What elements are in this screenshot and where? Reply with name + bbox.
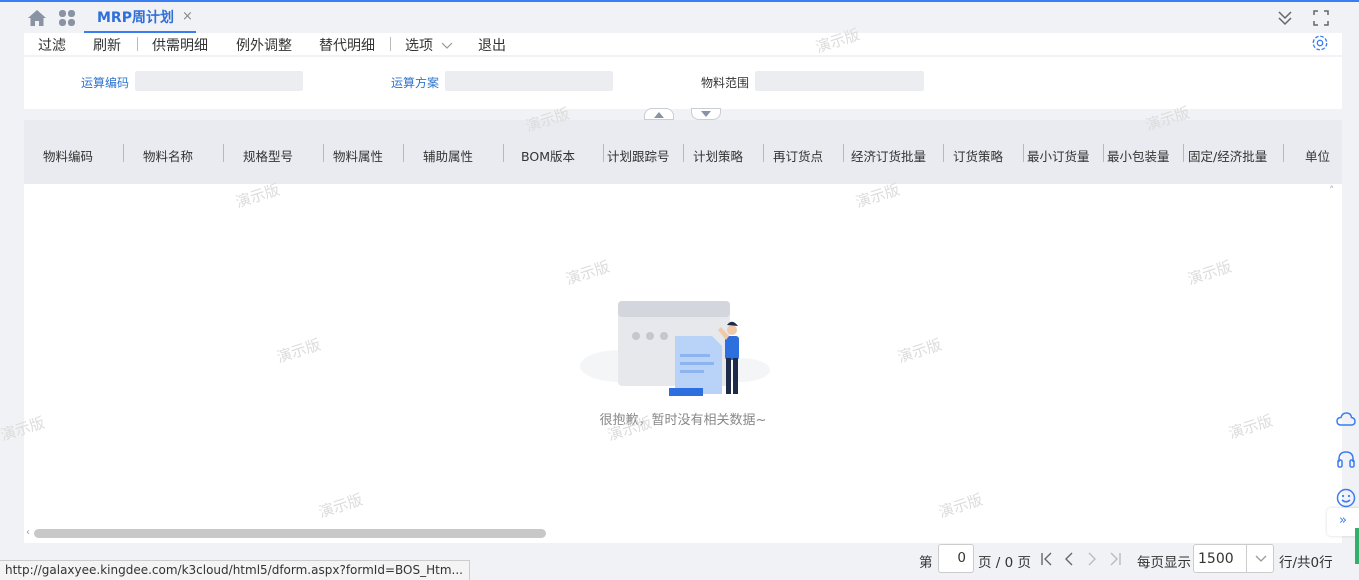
page-total-label: 页 / 0 页 <box>978 555 1032 571</box>
column-header[interactable]: 订货策略 <box>953 146 1003 165</box>
column-divider[interactable] <box>1283 144 1284 162</box>
per-page-label: 每页显示 <box>1137 555 1191 571</box>
page-number-input[interactable]: 0 <box>938 544 974 573</box>
status-bar-url: http://galaxyee.kingdee.com/k3cloud/html… <box>0 560 470 580</box>
scroll-left-arrow-icon[interactable]: ‹ <box>26 527 30 538</box>
page-size-select[interactable]: 1500 <box>1193 544 1274 573</box>
column-divider[interactable] <box>603 144 604 162</box>
empty-data-illustration <box>580 301 770 396</box>
column-header[interactable]: 物料名称 <box>143 146 193 165</box>
column-divider[interactable] <box>1183 144 1184 162</box>
column-header[interactable]: 计划策略 <box>693 146 743 165</box>
home-icon[interactable] <box>27 8 47 28</box>
collapse-filter-toggle[interactable] <box>644 108 674 120</box>
column-header[interactable]: 辅助属性 <box>423 146 473 165</box>
column-header[interactable]: BOM版本 <box>521 146 575 165</box>
options-label: 选项 <box>405 38 433 54</box>
exception-adjust-button[interactable]: 例外调整 <box>236 35 292 55</box>
column-divider[interactable] <box>843 144 844 162</box>
double-chevron-right-icon: » <box>1339 513 1347 528</box>
empty-message: 很抱歉，暂时没有相关数据~ <box>599 413 767 428</box>
caret-down-icon <box>701 111 711 117</box>
column-divider[interactable] <box>683 144 684 162</box>
tab-bar: MRP周计划 × <box>0 0 1359 33</box>
column-header[interactable]: 物料属性 <box>333 146 383 165</box>
column-divider[interactable] <box>123 144 124 162</box>
column-header[interactable]: 规格型号 <box>243 146 293 165</box>
grid-header: 物料编码 物料名称 规格型号 物料属性 辅助属性 BOM版本 计划跟踪号 计划策… <box>24 120 1342 184</box>
supply-demand-detail-button[interactable]: 供需明细 <box>152 35 208 55</box>
substitute-detail-button[interactable]: 替代明细 <box>319 35 375 55</box>
fullscreen-icon[interactable] <box>1312 9 1330 27</box>
calc-plan-field[interactable] <box>445 71 613 91</box>
next-page-icon[interactable] <box>1087 552 1097 566</box>
caret-up-icon <box>654 112 664 118</box>
page-prefix: 第 <box>919 555 933 571</box>
column-divider[interactable] <box>943 144 944 162</box>
column-header[interactable]: 单位 <box>1305 146 1330 165</box>
toolbar-divider <box>390 37 391 51</box>
last-page-icon[interactable] <box>1109 552 1122 566</box>
column-header[interactable]: 再订货点 <box>773 146 823 165</box>
refresh-button[interactable]: 刷新 <box>93 35 121 55</box>
prev-page-icon[interactable] <box>1064 552 1074 566</box>
double-chevron-down-icon[interactable] <box>1276 9 1294 27</box>
toolbar-divider <box>137 37 138 51</box>
exit-button[interactable]: 退出 <box>478 35 506 55</box>
headset-icon[interactable] <box>1335 448 1357 470</box>
chevron-down-icon <box>442 42 453 49</box>
column-header[interactable]: 计划跟踪号 <box>607 146 670 165</box>
calc-code-label[interactable]: 运算编码 <box>81 74 129 91</box>
material-range-field[interactable] <box>755 71 924 91</box>
options-menu-button[interactable]: 选项 <box>405 35 453 55</box>
filter-panel: 运算编码 运算方案 物料范围 <box>24 57 1342 109</box>
column-divider[interactable] <box>223 144 224 162</box>
calc-code-field[interactable] <box>135 71 303 91</box>
column-header[interactable]: 经济订货批量 <box>851 146 926 165</box>
column-header[interactable]: 最小包装量 <box>1107 146 1170 165</box>
column-divider[interactable] <box>763 144 764 162</box>
column-header[interactable]: 固定/经济批量 <box>1188 146 1267 165</box>
horizontal-scrollbar[interactable] <box>34 529 546 538</box>
column-header[interactable]: 物料编码 <box>43 146 93 165</box>
gear-icon[interactable] <box>1311 34 1329 52</box>
calc-plan-label[interactable]: 运算方案 <box>391 74 439 91</box>
column-divider[interactable] <box>403 144 404 162</box>
page-size-dropdown[interactable] <box>1246 545 1274 572</box>
rows-total-label: 行/共0行 <box>1279 555 1333 571</box>
tab-label: MRP周计划 <box>97 10 174 26</box>
expand-filter-toggle[interactable] <box>691 108 721 120</box>
close-icon[interactable]: × <box>182 9 193 24</box>
tab-mrp-weekly-plan[interactable]: MRP周计划 × <box>84 2 196 33</box>
column-header[interactable]: 最小订货量 <box>1027 146 1090 165</box>
first-page-icon[interactable] <box>1040 552 1053 566</box>
page-size-value: 1500 <box>1198 551 1234 567</box>
apps-grid-icon[interactable] <box>57 8 77 28</box>
column-divider[interactable] <box>323 144 324 162</box>
column-divider[interactable] <box>1023 144 1024 162</box>
filter-button[interactable]: 过滤 <box>38 35 66 55</box>
column-divider[interactable] <box>503 144 504 162</box>
scroll-up-arrow-icon[interactable]: ˄ <box>1329 184 1335 197</box>
smiley-icon[interactable] <box>1335 487 1357 509</box>
cloud-icon[interactable] <box>1335 408 1357 430</box>
column-divider[interactable] <box>1103 144 1104 162</box>
grid-body: ˄ 很抱歉，暂时没有相关数据~ ‹ <box>24 184 1342 543</box>
toolbar: 过滤 刷新 供需明细 例外调整 替代明细 选项 退出 <box>24 33 1342 55</box>
chevron-down-icon <box>1255 555 1267 562</box>
material-range-label: 物料范围 <box>701 76 750 90</box>
